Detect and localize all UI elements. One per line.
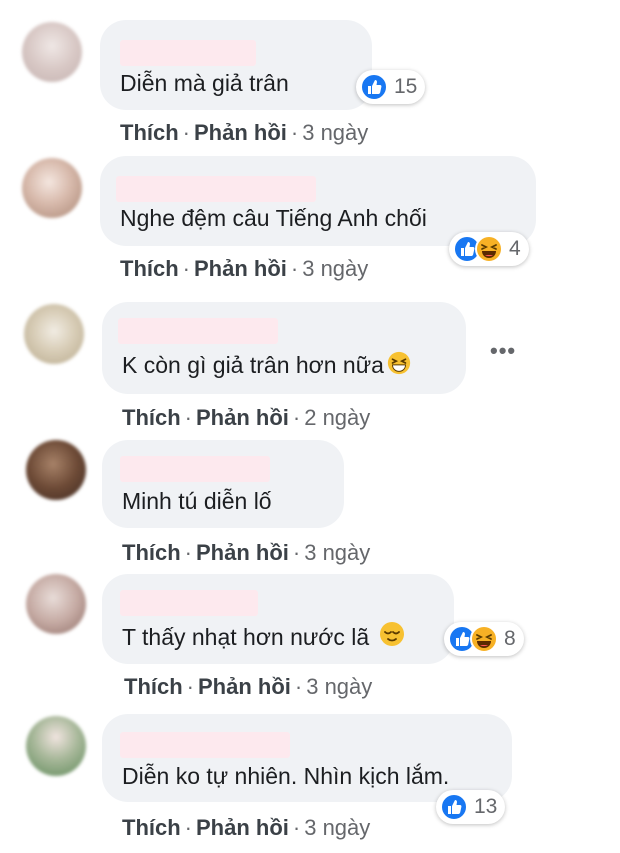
- timestamp[interactable]: 2 ngày: [304, 405, 370, 430]
- reply-link[interactable]: Phản hồi: [198, 674, 291, 699]
- timestamp[interactable]: 3 ngày: [302, 120, 368, 145]
- commenter-name[interactable]: [120, 40, 256, 66]
- reply-link[interactable]: Phản hồi: [196, 405, 289, 430]
- avatar[interactable]: [24, 304, 84, 364]
- like-link[interactable]: Thích: [122, 540, 181, 565]
- comment-text: K còn gì giả trân hơn nữa: [122, 350, 412, 379]
- like-link[interactable]: Thích: [120, 256, 179, 281]
- comment-text: Diễn mà giả trân: [120, 70, 289, 96]
- like-link[interactable]: Thích: [122, 815, 181, 840]
- commenter-name[interactable]: [120, 732, 290, 758]
- comment-text: T thấy nhạt hơn nước lã: [122, 620, 406, 651]
- comment-actions: Thích · Phản hồi · 3 ngày: [122, 540, 371, 565]
- reaction-summary[interactable]: 4: [449, 232, 529, 266]
- commenter-name[interactable]: [118, 318, 278, 344]
- comment-actions: Thích · Phản hồi · 3 ngày: [124, 674, 373, 699]
- timestamp[interactable]: 3 ngày: [306, 674, 372, 699]
- commenter-name[interactable]: [116, 176, 316, 202]
- comment-text: Nghe đệm câu Tiếng Anh chối: [120, 205, 427, 231]
- reaction-count: 4: [509, 237, 521, 260]
- comment-actions: Thích · Phản hồi · 3 ngày: [120, 256, 369, 281]
- timestamp[interactable]: 3 ngày: [304, 815, 370, 840]
- reaction-count: 8: [504, 627, 516, 650]
- comment-actions: Thích · Phản hồi · 3 ngày: [122, 815, 371, 840]
- like-link[interactable]: Thích: [120, 120, 179, 145]
- comment-bubble: [102, 302, 466, 394]
- avatar[interactable]: [26, 574, 86, 634]
- reaction-summary[interactable]: 13: [436, 790, 506, 824]
- timestamp[interactable]: 3 ngày: [304, 540, 370, 565]
- reply-link[interactable]: Phản hồi: [196, 540, 289, 565]
- like-link[interactable]: Thích: [122, 405, 181, 430]
- like-link[interactable]: Thích: [124, 674, 183, 699]
- reply-link[interactable]: Phản hồi: [194, 256, 287, 281]
- avatar[interactable]: [22, 158, 82, 218]
- reply-link[interactable]: Phản hồi: [196, 815, 289, 840]
- haha-icon: [470, 625, 498, 653]
- reaction-summary[interactable]: 15: [356, 70, 426, 104]
- like-icon: [440, 793, 468, 821]
- reaction-count: 15: [394, 75, 418, 98]
- haha-icon: [475, 235, 503, 263]
- reply-link[interactable]: Phản hồi: [194, 120, 287, 145]
- comment-actions: Thích · Phản hồi · 2 ngày: [122, 405, 371, 430]
- commenter-name[interactable]: [120, 590, 258, 616]
- comment-text: Diễn ko tự nhiên. Nhìn kịch lắm.: [122, 763, 450, 789]
- avatar[interactable]: [26, 716, 86, 776]
- more-options-button[interactable]: •••: [490, 338, 516, 364]
- commenter-name[interactable]: [120, 456, 270, 482]
- reaction-count: 13: [474, 795, 498, 818]
- timestamp[interactable]: 3 ngày: [302, 256, 368, 281]
- laughing-emoji-icon: [386, 350, 412, 376]
- comment-text: Minh tú diễn lố: [122, 488, 272, 514]
- relieved-emoji-icon: [378, 620, 406, 648]
- reaction-summary[interactable]: 8: [444, 622, 524, 656]
- avatar[interactable]: [26, 440, 86, 500]
- like-icon: [360, 73, 388, 101]
- avatar[interactable]: [22, 22, 82, 82]
- comment-actions: Thích · Phản hồi · 3 ngày: [120, 120, 369, 145]
